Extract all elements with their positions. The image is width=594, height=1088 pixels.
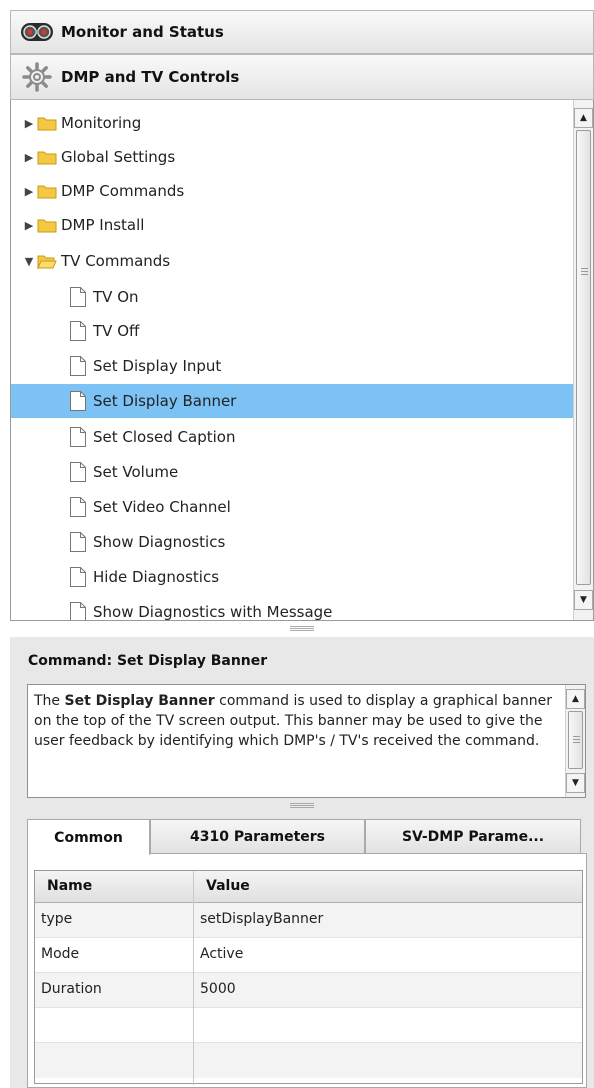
scroll-up-arrow-icon[interactable]: ▲ <box>566 689 585 709</box>
folder-icon <box>37 217 57 233</box>
param-name: Duration <box>41 981 102 997</box>
document-icon <box>69 426 87 448</box>
tree-item-label: TV On <box>93 288 139 306</box>
parameters-grid[interactable]: Name Value type setDisplayBanner Mode Ac… <box>34 870 583 1085</box>
tree-scroll-thumb[interactable] <box>576 130 591 585</box>
tree-folder-label: TV Commands <box>61 252 171 270</box>
open-folder-icon <box>37 253 57 270</box>
folder-icon <box>37 183 57 199</box>
description-scroll-thumb[interactable] <box>568 711 583 769</box>
table-row[interactable] <box>35 1043 582 1078</box>
monitor-status-icon <box>19 17 55 47</box>
tree-item-set-video-channel[interactable]: Set Video Channel <box>11 490 573 524</box>
tree-item-set-display-banner[interactable]: Set Display Banner <box>11 384 573 418</box>
tree-item-label: Set Video Channel <box>93 498 231 516</box>
tab-sv-dmp-parameters[interactable]: SV-DMP Parame... <box>365 819 581 853</box>
tree-folder-label: Global Settings <box>61 148 176 166</box>
tree-folder-global-settings[interactable]: ▶ Global Settings <box>11 140 573 174</box>
monitor-status-label: Monitor and Status <box>61 23 224 41</box>
tree-folder-dmp-commands[interactable]: ▶ DMP Commands <box>11 174 573 208</box>
scroll-down-arrow-icon[interactable]: ▼ <box>574 590 593 610</box>
tree-item-label: Set Closed Caption <box>93 428 236 446</box>
tab-common[interactable]: Common <box>27 819 150 855</box>
tree-item-label: Set Display Banner <box>93 392 237 410</box>
document-icon <box>69 355 87 377</box>
tree-item-label: Hide Diagnostics <box>93 568 220 586</box>
tree-item-set-closed-caption[interactable]: Set Closed Caption <box>11 420 573 454</box>
column-divider <box>193 871 194 1085</box>
gear-icon <box>19 62 55 92</box>
table-row[interactable]: Duration 5000 <box>35 973 582 1008</box>
document-icon <box>69 601 87 620</box>
param-value: setDisplayBanner <box>200 911 324 927</box>
tree-folder-label: DMP Install <box>61 216 145 234</box>
command-title: Command: Set Display Banner <box>28 653 268 669</box>
command-details-panel: Command: Set Display Banner The Set Disp… <box>10 637 594 1088</box>
expand-arrow-icon[interactable]: ▶ <box>23 185 35 198</box>
dmp-tv-controls-label: DMP and TV Controls <box>61 68 240 86</box>
table-row[interactable]: Mode Active <box>35 938 582 973</box>
tree-folder-tv-commands[interactable]: ▼ TV Commands <box>11 244 573 278</box>
scroll-up-arrow-icon[interactable]: ▲ <box>574 108 593 128</box>
expand-arrow-icon[interactable]: ▶ <box>23 117 35 130</box>
common-tab-content: Name Value type setDisplayBanner Mode Ac… <box>27 853 587 1088</box>
tree-folder-label: Monitoring <box>61 114 142 132</box>
tree-item-show-diagnostics[interactable]: Show Diagnostics <box>11 525 573 559</box>
column-header-name[interactable]: Name <box>47 878 92 894</box>
document-icon <box>69 496 87 518</box>
panel-splitter-handle[interactable] <box>290 626 314 631</box>
tree-item-label: Show Diagnostics <box>93 533 226 551</box>
document-icon <box>69 531 87 553</box>
tree-item-label: Show Diagnostics with Message <box>93 603 333 621</box>
command-tree[interactable]: ▶ Monitoring ▶ Global Settings ▶ DMP Com… <box>10 100 594 621</box>
tree-folder-monitoring[interactable]: ▶ Monitoring <box>11 106 573 140</box>
tree-item-set-volume[interactable]: Set Volume <box>11 455 573 489</box>
folder-icon <box>37 115 57 131</box>
collapse-arrow-icon[interactable]: ▼ <box>23 255 35 268</box>
param-value: 5000 <box>200 981 236 997</box>
tree-item-hide-diagnostics[interactable]: Hide Diagnostics <box>11 560 573 594</box>
expand-arrow-icon[interactable]: ▶ <box>23 151 35 164</box>
tab-4310-parameters[interactable]: 4310 Parameters <box>150 819 365 853</box>
tree-item-tv-on[interactable]: TV On <box>11 280 573 314</box>
details-splitter-handle[interactable] <box>290 803 314 808</box>
column-header-value[interactable]: Value <box>206 878 250 894</box>
scroll-down-arrow-icon[interactable]: ▼ <box>566 773 585 793</box>
table-row[interactable] <box>35 1008 582 1043</box>
document-icon <box>69 320 87 342</box>
tree-item-set-display-input[interactable]: Set Display Input <box>11 349 573 383</box>
document-icon <box>69 286 87 308</box>
description-scrollbar[interactable]: ▲ ▼ <box>565 685 585 797</box>
tree-folder-label: DMP Commands <box>61 182 185 200</box>
param-value: Active <box>200 946 244 962</box>
param-name: Mode <box>41 946 80 962</box>
tree-folder-dmp-install[interactable]: ▶ DMP Install <box>11 208 573 242</box>
document-icon <box>69 566 87 588</box>
command-description: The Set Display Banner command is used t… <box>34 693 552 749</box>
tree-item-label: TV Off <box>93 322 140 340</box>
dmp-tv-controls-header[interactable]: DMP and TV Controls <box>10 54 594 100</box>
expand-arrow-icon[interactable]: ▶ <box>23 219 35 232</box>
tree-item-show-diagnostics-message[interactable]: Show Diagnostics with Message <box>11 595 573 621</box>
document-icon <box>69 390 87 412</box>
tree-item-tv-off[interactable]: TV Off <box>11 314 573 348</box>
table-row[interactable]: type setDisplayBanner <box>35 903 582 938</box>
tree-scrollbar[interactable]: ▲ ▼ <box>573 100 593 620</box>
tree-item-label: Set Display Input <box>93 357 222 375</box>
command-description-box[interactable]: The Set Display Banner command is used t… <box>27 684 586 798</box>
folder-icon <box>37 149 57 165</box>
tree-item-label: Set Volume <box>93 463 179 481</box>
document-icon <box>69 461 87 483</box>
param-name: type <box>41 911 73 927</box>
monitor-status-header[interactable]: Monitor and Status <box>10 10 594 54</box>
grid-header: Name Value <box>35 871 582 903</box>
